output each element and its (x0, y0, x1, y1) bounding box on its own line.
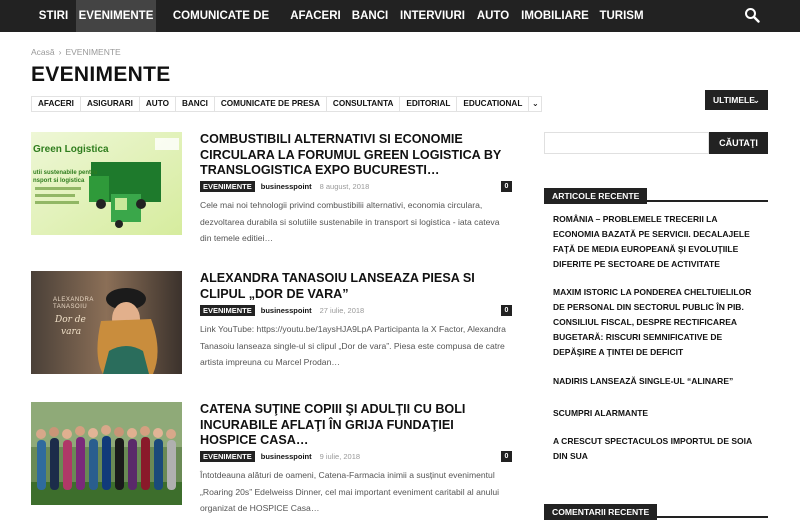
article-author[interactable]: businesspoint (261, 306, 312, 315)
category-badge[interactable]: EVENIMENTE (200, 305, 255, 316)
sort-dropdown[interactable]: ULTIMELE ⌄ (705, 90, 768, 110)
article-date: 9 iulie, 2018 (319, 452, 361, 461)
comment-count-badge[interactable]: 0 (501, 451, 512, 462)
recent-article-link[interactable]: A CRESCUT SPECTACULOS IMPORTUL DE SOIA D… (553, 434, 763, 464)
article-meta: EVENIMENTE businesspoint 8 august, 2018 … (200, 181, 512, 192)
article-date: 27 iulie, 2018 (319, 306, 365, 315)
nav-item-turism[interactable]: TURISM (594, 0, 649, 32)
thumbnail-caption: vara (61, 327, 82, 337)
more-categories-chevron-icon[interactable]: ⌄ (528, 96, 543, 112)
category-badge[interactable]: EVENIMENTE (200, 451, 255, 462)
article-title[interactable]: COMBUSTIBILI ALTERNATIVI SI ECONOMIE CIR… (200, 132, 510, 179)
category-filter: AFACERI ASIGURARI AUTO BANCI COMUNICATE … (31, 96, 543, 112)
category-pill-auto[interactable]: AUTO (138, 96, 175, 112)
article-title[interactable]: ALEXANDRA TANASOIU LANSEAZA PIESA SI CLI… (200, 271, 510, 302)
comment-count-badge[interactable]: 0 (501, 181, 512, 192)
recent-article-link[interactable]: ROMÂNIA – PROBLEMELE TRECERII LA ECONOMI… (553, 212, 763, 272)
recent-articles-heading: ARTICOLE RECENTE (544, 186, 768, 204)
nav-item-imobiliare[interactable]: IMOBILIARE (516, 0, 594, 32)
article-meta: EVENIMENTE businesspoint 27 iulie, 2018 … (200, 305, 512, 316)
recent-article-link[interactable]: SCUMPRI ALARMANTE (553, 406, 763, 421)
category-pill-educational[interactable]: EDUCATIONAL (456, 96, 529, 112)
sort-label: ULTIMELE (713, 95, 755, 105)
category-pill-asigurari[interactable]: ASIGURARI (79, 96, 139, 112)
nav-item-stiri[interactable]: STIRI (31, 0, 76, 32)
article-excerpt: Întotdeauna alături de oameni, Catena-Fa… (200, 470, 500, 513)
article-meta: EVENIMENTE businesspoint 9 iulie, 2018 0 (200, 451, 512, 462)
breadcrumb-home[interactable]: Acasă (31, 47, 55, 57)
article-item: ALEXANDRA TANASOIU Dor de vara ALEXANDRA… (31, 271, 513, 376)
page-title: EVENIMENTE (31, 63, 171, 86)
top-navigation: STIRI EVENIMENTE COMUNICATE DE PRESA AFA… (0, 0, 800, 54)
category-pill-banci[interactable]: BANCI (174, 96, 214, 112)
article-item: CATENA SUŢINE COPIII ŞI ADULŢII CU BOLI … (31, 402, 513, 513)
recent-article-link[interactable]: NADIRIS LANSEAZĂ SINGLE-UL “ALINARE” (553, 374, 763, 389)
nav-item-banci[interactable]: BANCI (345, 0, 395, 32)
nav-item-afaceri[interactable]: AFACERI (286, 0, 345, 32)
nav-item-auto[interactable]: AUTO (470, 0, 516, 32)
thumbnail-caption: Green Logistica (33, 144, 109, 155)
sidebar-search-button[interactable]: CĂUTAŢI (709, 132, 768, 154)
recent-articles-title: ARTICOLE RECENTE (544, 188, 648, 204)
article-author[interactable]: businesspoint (261, 452, 312, 461)
article-author[interactable]: businesspoint (261, 182, 312, 191)
article-excerpt: Cele mai noi tehnologii privind combusti… (200, 200, 500, 243)
comment-count-badge[interactable]: 0 (501, 305, 512, 316)
thumbnail-caption: TANASOIU (53, 304, 88, 310)
breadcrumb-separator: › (58, 47, 62, 57)
thumbnail-caption: ALEXANDRA (53, 297, 94, 303)
article-date: 8 august, 2018 (319, 182, 370, 191)
nav-item-evenimente[interactable]: EVENIMENTE (76, 0, 156, 32)
nav-item-interviuri[interactable]: INTERVIURI (395, 0, 470, 32)
article-thumbnail[interactable]: Green Logistica utii sustenabile pentru … (31, 132, 182, 235)
category-pill-comunicate-de-presa[interactable]: COMUNICATE DE PRESA (213, 96, 326, 112)
category-pill-consultanta[interactable]: CONSULTANTA (325, 96, 400, 112)
search-icon[interactable] (744, 7, 760, 23)
thumbnail-caption: nsport si logistica (33, 178, 85, 184)
thumbnail-caption: utii sustenabile pentru (33, 170, 98, 176)
sidebar-search-input[interactable] (544, 132, 709, 154)
recent-comments-heading: COMENTARII RECENTE (544, 502, 768, 520)
article-thumbnail[interactable]: ALEXANDRA TANASOIU Dor de vara (31, 271, 182, 374)
thumbnail-caption: Dor de (55, 315, 86, 325)
breadcrumb-current: EVENIMENTE (65, 47, 121, 57)
recent-comments-title: COMENTARII RECENTE (544, 504, 658, 520)
article-excerpt: Link YouTube: https://youtu.be/1aysHJA9L… (200, 324, 506, 367)
article-thumbnail[interactable] (31, 402, 182, 505)
article-title[interactable]: CATENA SUŢINE COPIII ŞI ADULŢII CU BOLI … (200, 402, 510, 449)
recent-article-link[interactable]: MAXIM ISTORIC LA PONDEREA CHELTUIELILOR … (553, 285, 763, 360)
breadcrumb: Acasă › EVENIMENTE (31, 47, 121, 57)
chevron-down-icon: ⌄ (752, 95, 760, 105)
category-badge[interactable]: EVENIMENTE (200, 181, 255, 192)
article-item: Green Logistica utii sustenabile pentru … (31, 132, 513, 243)
category-pill-afaceri[interactable]: AFACERI (31, 96, 80, 112)
nav-item-comunicate-de-presa[interactable]: COMUNICATE DE PRESA (156, 0, 286, 54)
category-pill-editorial[interactable]: EDITORIAL (399, 96, 457, 112)
